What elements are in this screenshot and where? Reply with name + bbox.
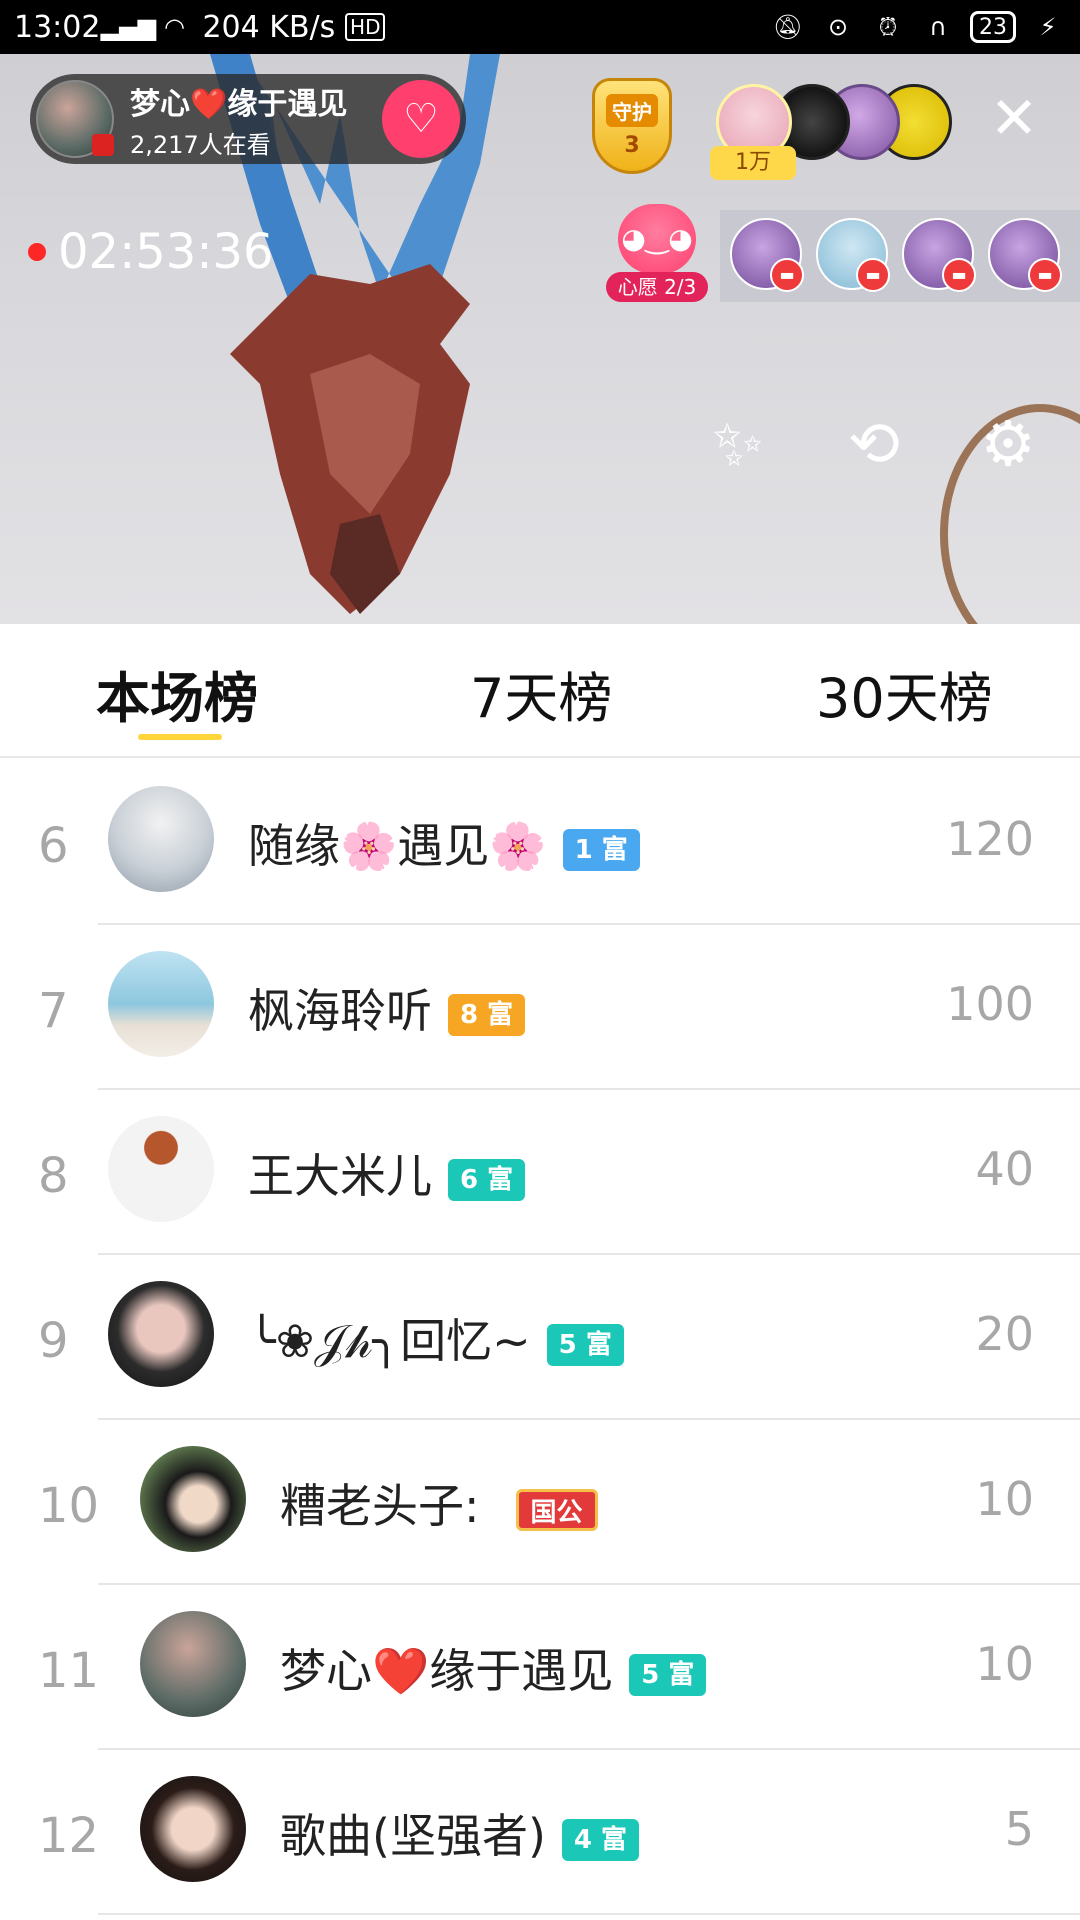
- divider: [98, 1913, 1080, 1915]
- score: 20: [975, 1307, 1034, 1361]
- fan-contribution: 1万: [710, 146, 796, 180]
- close-icon: ✕: [989, 84, 1039, 152]
- gear-icon: ⚙︎: [980, 407, 1036, 480]
- live-video[interactable]: 梦心❤️缘于遇见 2,217人在看 ♡ 守护 3 1万 ✕ 02:53:36 ◕…: [0, 54, 1080, 624]
- score: 10: [975, 1637, 1034, 1691]
- sofa-icon: ▬: [942, 258, 976, 292]
- avatar[interactable]: [108, 1116, 214, 1222]
- user-name: 王大米儿: [248, 1149, 432, 1203]
- score: 10: [975, 1472, 1034, 1526]
- battery-level: 23: [979, 14, 1007, 40]
- settings-button[interactable]: ⚙︎: [968, 404, 1048, 484]
- avatar[interactable]: [108, 786, 214, 892]
- user-name: 枫海聆听: [248, 984, 432, 1038]
- seat-avatar[interactable]: ▬: [730, 218, 804, 292]
- sofa-icon: ▬: [856, 258, 890, 292]
- wealth-badge: 6 富: [448, 1158, 526, 1201]
- wish-label: 心愿 2/3: [606, 272, 708, 302]
- follow-button[interactable]: ♡: [382, 80, 460, 158]
- avatar[interactable]: [140, 1611, 246, 1717]
- camera-flip-icon: ⟲: [848, 407, 900, 480]
- host-avatar[interactable]: [36, 80, 114, 158]
- network-speed: 204 KB/s: [202, 9, 336, 45]
- magic-wand-button[interactable]: ✨︎: [698, 404, 778, 484]
- user-name: 梦心❤️缘于遇见: [280, 1644, 614, 1698]
- list-item[interactable]: 12 歌曲(坚强者) 4 富 5: [0, 1750, 1080, 1915]
- user-name: 歌曲(坚强者): [280, 1809, 546, 1863]
- seat-avatar[interactable]: ▬: [816, 218, 890, 292]
- host-name: 梦心❤️缘于遇见: [130, 86, 348, 122]
- host-info[interactable]: 梦心❤️缘于遇见 2,217人在看 ♡: [30, 74, 466, 164]
- tab-30-days[interactable]: 30天榜: [816, 654, 993, 733]
- heart-face-icon: ◕‿◕: [618, 204, 696, 274]
- close-button[interactable]: ✕: [984, 88, 1044, 148]
- seat-avatar[interactable]: ▬: [902, 218, 976, 292]
- sofa-icon: ▬: [1028, 258, 1062, 292]
- noble-badge: 国公: [515, 1488, 598, 1531]
- tab-7-days[interactable]: 7天榜: [470, 654, 612, 733]
- score: 100: [946, 977, 1034, 1031]
- rank-number: 12: [38, 1808, 100, 1864]
- wealth-badge: 5 富: [629, 1653, 707, 1696]
- avatar[interactable]: [140, 1446, 246, 1552]
- rank-number: 6: [38, 818, 69, 874]
- user-name: ╰❀𝒥𝒽╮回忆~: [248, 1314, 531, 1368]
- user-name: 糟老头子:: [280, 1479, 480, 1533]
- list-item[interactable]: 7 枫海聆听 8 富 100: [0, 925, 1080, 1090]
- rank-number: 7: [38, 983, 69, 1039]
- tab-this-session[interactable]: 本场榜: [96, 654, 258, 733]
- ranking-tabs: 本场榜 7天榜 30天榜: [0, 624, 1080, 758]
- wish-button[interactable]: ◕‿◕ 心愿 2/3: [606, 204, 708, 304]
- battery-icon: 23: [970, 11, 1016, 43]
- score: 5: [1004, 1802, 1034, 1856]
- guard-badge[interactable]: 守护 3: [586, 78, 678, 188]
- wealth-badge: 5 富: [546, 1323, 624, 1366]
- wealth-badge: 4 富: [561, 1818, 640, 1861]
- guard-label: 守护: [606, 94, 658, 127]
- rank-number: 10: [38, 1478, 100, 1534]
- mic-seat-bar: ▬ ▬ ▬ ▬: [720, 210, 1080, 302]
- alarm-icon: ⏰︎: [878, 13, 898, 41]
- wifi-icon: ◠: [163, 13, 185, 41]
- signal-icon: ▂▄▆: [100, 13, 157, 41]
- status-time: 13:02: [14, 9, 101, 45]
- rank-number: 9: [38, 1313, 69, 1369]
- camera-flip-button[interactable]: ⟲: [834, 404, 914, 484]
- magic-wand-icon: ✨︎: [712, 407, 764, 480]
- avatar[interactable]: [108, 1281, 214, 1387]
- score: 120: [946, 812, 1034, 866]
- timer-value: 02:53:36: [58, 224, 274, 280]
- list-item[interactable]: 6 随缘🌸遇见🌸 1 富 120: [0, 760, 1080, 925]
- recording-dot-icon: [28, 243, 46, 261]
- avatar[interactable]: [140, 1776, 246, 1882]
- rank-number: 8: [38, 1148, 69, 1204]
- mute-bell-icon: 🔕︎: [772, 13, 804, 41]
- hd-icon: HD: [345, 13, 386, 41]
- seat-avatar[interactable]: ▬: [988, 218, 1062, 292]
- list-item[interactable]: 9 ╰❀𝒥𝒽╮回忆~ 5 富 20: [0, 1255, 1080, 1420]
- ranking-list: 6 随缘🌸遇见🌸 1 富 120 7 枫海聆听 8 富 100 8 王大米儿 6 富 …: [0, 760, 1080, 1915]
- avatar[interactable]: [108, 951, 214, 1057]
- top-fans[interactable]: 1万: [710, 84, 956, 184]
- wealth-badge: 8 富: [448, 993, 526, 1036]
- rank-number: 11: [38, 1643, 100, 1699]
- headphones-icon: ∩: [929, 13, 947, 41]
- guard-count: 3: [624, 133, 640, 158]
- tab-indicator: [138, 734, 222, 740]
- score: 40: [975, 1142, 1034, 1196]
- wealth-badge: 1 富: [562, 828, 640, 871]
- live-timer: 02:53:36: [28, 224, 274, 280]
- charging-icon: ⚡︎: [1039, 13, 1057, 41]
- status-bar: 13:02 ▂▄▆ ◠ 204 KB/s HD 🔕︎ ⊙ ⏰︎ ∩ 23 ⚡︎: [0, 0, 1080, 54]
- list-item[interactable]: 11 梦心❤️缘于遇见 5 富 10: [0, 1585, 1080, 1750]
- flag-icon: [92, 134, 114, 156]
- viewer-count: 2,217人在看: [130, 130, 271, 159]
- sofa-icon: ▬: [770, 258, 804, 292]
- heart-plus-icon: ♡: [403, 96, 439, 142]
- lock-rotation-icon: ⊙: [827, 13, 849, 41]
- user-name: 随缘🌸遇见🌸: [248, 819, 547, 873]
- list-item[interactable]: 10 糟老头子: 国公 10: [0, 1420, 1080, 1585]
- list-item[interactable]: 8 王大米儿 6 富 40: [0, 1090, 1080, 1255]
